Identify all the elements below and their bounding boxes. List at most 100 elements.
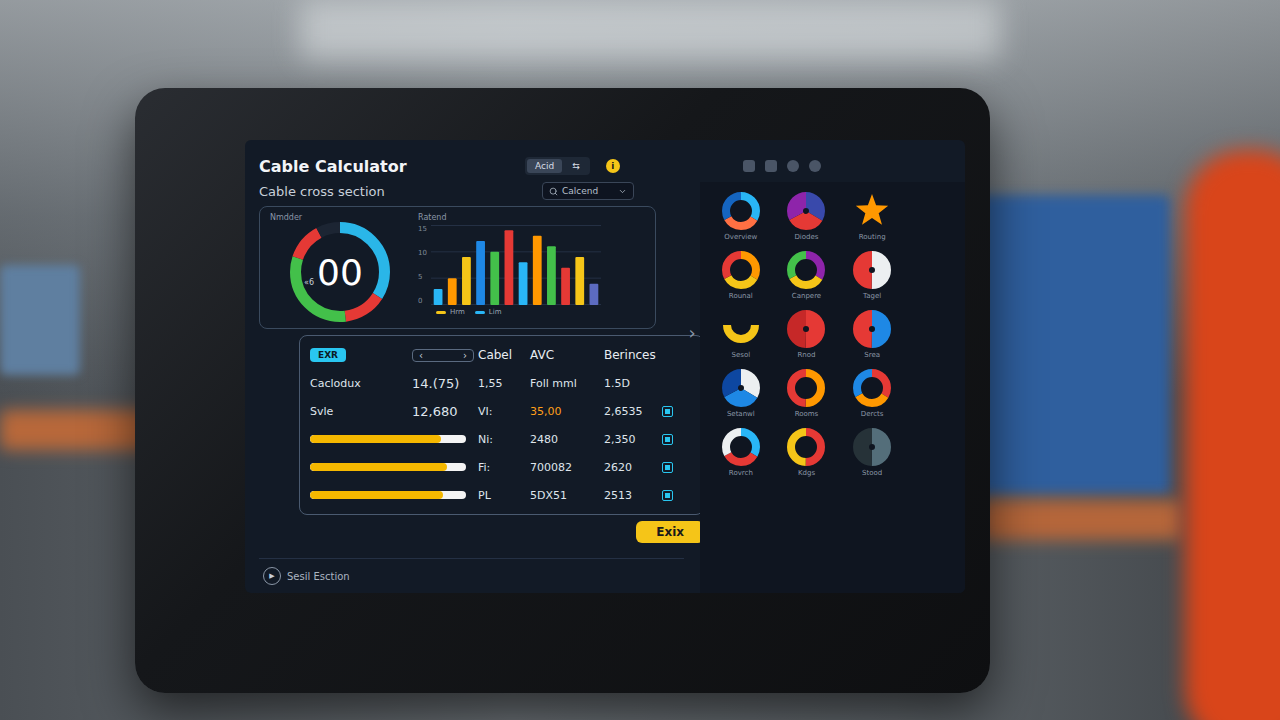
settings-icon[interactable] (787, 160, 799, 172)
chart-bar (519, 262, 528, 305)
column-header: Cabel (478, 348, 526, 362)
mode-pill[interactable]: ⇆ (564, 159, 588, 173)
table-cell: 1.5D (604, 377, 658, 390)
table-row[interactable]: Svle12,680VI:35,002,6535 (310, 400, 693, 422)
chart-legend: Hrm Lim (418, 308, 645, 316)
main-column: Cable cross sectionCalcendNmdder00«6Rate… (259, 182, 684, 593)
row-checkbox[interactable] (662, 490, 673, 501)
gallery-label: Overview (724, 233, 757, 241)
chart-bar (589, 284, 598, 305)
play-icon[interactable]: ▶ (263, 567, 281, 585)
row-value: 12,680 (412, 404, 474, 419)
gallery-item[interactable]: Kdgs (774, 428, 840, 477)
gallery-label: Setanwl (727, 410, 755, 418)
gallery-item[interactable]: Rounal (708, 251, 774, 300)
donut-icon (853, 369, 891, 407)
pie-icon (853, 310, 891, 348)
gallery-item[interactable]: Routing (839, 192, 905, 241)
pie-icon (787, 192, 825, 230)
gallery-label: Tagel (863, 292, 881, 300)
row-checkbox[interactable] (662, 462, 673, 473)
gauge: 00«6 (290, 222, 390, 322)
donut-icon (787, 428, 825, 466)
gallery-item[interactable]: Tagel (839, 251, 905, 300)
table-header: EXR‹›CabelAVCBerinces (310, 344, 693, 366)
burst-icon (853, 192, 891, 230)
gallery-label: Diodes (794, 233, 818, 241)
gallery-item[interactable]: Rovrch (708, 428, 774, 477)
table-cell: 1,55 (478, 377, 526, 390)
pie-icon (787, 310, 825, 348)
search-field[interactable]: Calcend (542, 182, 634, 200)
gallery-item[interactable]: Rooms (774, 369, 840, 418)
chart-panel: Nmdder00«6Ratend151050HrmLim (259, 206, 656, 329)
tablet: Cable Calculator Acid⇆ i Cable cross sectio… (135, 88, 990, 693)
table-row[interactable]: Ni: 2480 2,350 (310, 428, 693, 450)
worker-jacket (1185, 150, 1280, 720)
table-row[interactable]: Caclodux14.(75)1,55Foll mml1.5D (310, 372, 693, 394)
chart-bar (504, 230, 513, 305)
table-cell: 2,350 (604, 433, 658, 446)
gallery-item[interactable]: Srea (839, 310, 905, 359)
gallery-label: Routing (859, 233, 886, 241)
chart-ticks: 151050 (418, 225, 427, 305)
table-row[interactable]: Fi:7000822620 (310, 456, 693, 478)
gallery-item[interactable]: Diodes (774, 192, 840, 241)
gallery-label: Dercts (861, 410, 884, 418)
table-cell: 2513 (604, 489, 658, 502)
row-checkbox[interactable] (662, 406, 673, 417)
table-cell: PL (478, 489, 526, 502)
column-header: AVC (530, 348, 600, 362)
gallery-label: Rounal (729, 292, 753, 300)
table-row[interactable]: PL5DX512513 (310, 484, 693, 506)
chart-gallery: Overview Diodes Routing Rounal Canpere Tagel S… (700, 182, 965, 593)
profile-icon[interactable] (809, 160, 821, 172)
footer-bar: ▶ Sesil Esction (259, 558, 684, 593)
table-cell: 2480 (530, 433, 600, 446)
section-title: Cable cross section (259, 184, 385, 199)
gallery-label: Sesol (732, 351, 751, 359)
bar-chart (431, 225, 601, 305)
gallery-item[interactable]: Dercts (839, 369, 905, 418)
primary-button[interactable]: Exix (636, 521, 704, 543)
chart-bar (575, 257, 584, 305)
gallery-item[interactable]: Stood (839, 428, 905, 477)
mode-pill[interactable]: Acid (527, 159, 562, 173)
donut-icon (787, 251, 825, 289)
table-tab[interactable]: EXR (310, 348, 346, 362)
chart-bar (476, 241, 485, 305)
chart-bar (490, 252, 499, 305)
legend-item: Hrm (436, 308, 465, 316)
pie-icon (853, 251, 891, 289)
footer-label: Sesil Esction (287, 571, 350, 582)
level-bar (310, 491, 466, 499)
legend-item: Lim (475, 308, 502, 316)
arc-icon (722, 310, 760, 348)
app-title: Cable Calculator (259, 157, 509, 176)
next-chevron[interactable]: › (684, 182, 700, 593)
dropdown-icon (618, 187, 627, 196)
bar-chart-area: Ratend151050HrmLim (418, 213, 645, 322)
level-bar (310, 463, 466, 471)
gallery-item[interactable]: Sesol (708, 310, 774, 359)
donut-icon (722, 192, 760, 230)
pie-icon (853, 428, 891, 466)
row-value: 14.(75) (412, 376, 474, 391)
info-badge[interactable]: i (606, 159, 620, 173)
stepper[interactable]: ‹› (412, 349, 474, 362)
gallery-label: Rovrch (729, 469, 753, 477)
gallery-item[interactable]: Canpere (774, 251, 840, 300)
gallery-item[interactable]: Rnod (774, 310, 840, 359)
gauge-value: 00 (290, 222, 390, 322)
gauge-label: Nmdder (270, 213, 410, 222)
window-icon[interactable] (765, 160, 777, 172)
gallery-item[interactable]: Setanwl (708, 369, 774, 418)
gallery-label: Srea (864, 351, 880, 359)
table-cell: Ni: (478, 433, 526, 446)
table-cell: VI: (478, 405, 526, 418)
table-cell: Fi: (478, 461, 526, 474)
row-checkbox[interactable] (662, 434, 673, 445)
grid-icon[interactable] (743, 160, 755, 172)
gallery-item[interactable]: Overview (708, 192, 774, 241)
table-cell: 35,00 (530, 405, 600, 418)
